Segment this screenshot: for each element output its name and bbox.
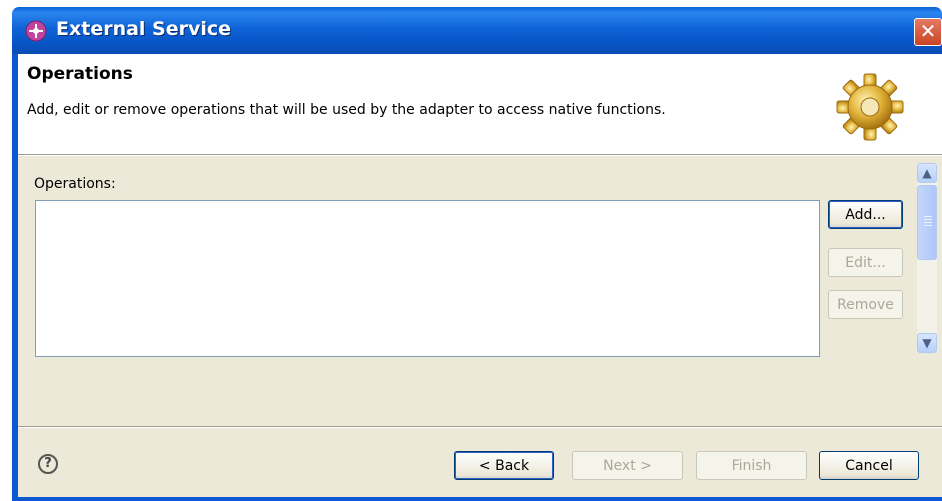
scrollbar-thumb[interactable] [917, 185, 937, 260]
window-title: External Service [56, 18, 232, 40]
help-icon[interactable]: ? [38, 454, 58, 474]
page-description: Add, edit or remove operations that will… [27, 102, 666, 118]
add-button[interactable]: Add... [828, 200, 903, 229]
wizard-header: Operations Add, edit or remove operation… [18, 54, 942, 154]
cancel-button[interactable]: Cancel [819, 451, 919, 480]
title-bar[interactable]: External Service ✕ [12, 7, 942, 54]
wizard-footer: ? < Back Next > Finish Cancel [18, 428, 942, 497]
thumb-grip-line [924, 216, 932, 217]
close-button[interactable]: ✕ [914, 18, 942, 46]
vertical-scrollbar[interactable]: ▲ ▼ [917, 163, 937, 353]
scroll-up-arrow-icon[interactable]: ▲ [917, 163, 937, 183]
thumb-grip-line [924, 222, 932, 223]
external-service-dialog: External Service ✕ Operations Add, edit … [0, 0, 942, 501]
operations-list[interactable] [35, 200, 820, 357]
wizard-content: Operations: Add... Edit... Remove ▲ ▼ [18, 156, 942, 426]
thumb-grip-line [924, 225, 932, 226]
back-button[interactable]: < Back [454, 451, 554, 480]
next-button[interactable]: Next > [572, 451, 683, 480]
remove-button[interactable]: Remove [828, 290, 903, 319]
gear-icon [836, 73, 904, 141]
thumb-grip-line [924, 219, 932, 220]
edit-button[interactable]: Edit... [828, 248, 903, 277]
page-title: Operations [27, 64, 133, 84]
finish-button[interactable]: Finish [696, 451, 807, 480]
operations-label: Operations: [34, 176, 116, 192]
window-frame-bottom [12, 497, 942, 501]
scroll-down-arrow-icon[interactable]: ▼ [917, 333, 937, 353]
service-icon [25, 20, 47, 42]
